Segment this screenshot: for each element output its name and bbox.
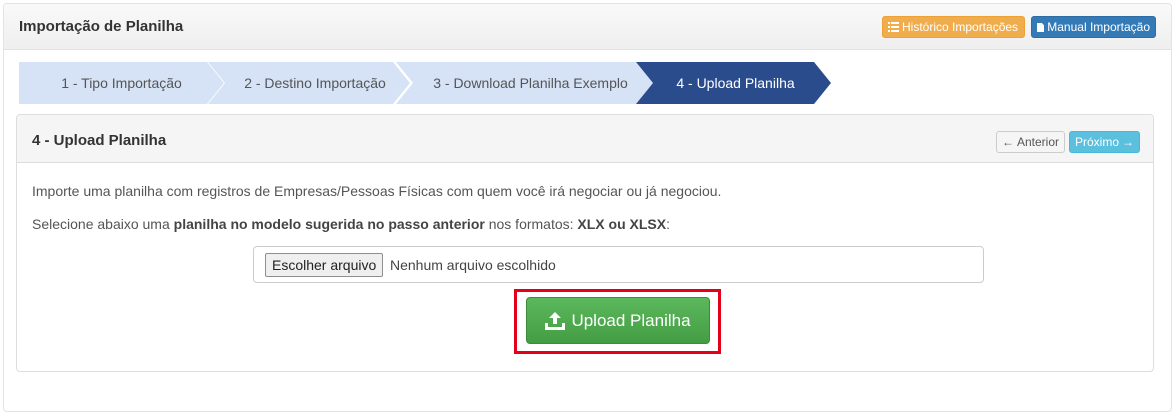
page-header: Importação de Planilha Histórico Importa… (4, 4, 1171, 50)
manual-import-button[interactable]: Manual Importação (1031, 16, 1156, 38)
upload-label: Upload Planilha (571, 310, 691, 330)
step-upload-planilha[interactable]: 4 - Upload Planilha (636, 62, 831, 104)
panel-header: 4 - Upload Planilha ← Anterior Próximo → (17, 115, 1153, 163)
step-label: 4 - Upload Planilha (676, 75, 795, 91)
select-text-part: : (666, 216, 670, 232)
formats-text: XLX ou XLSX (577, 216, 667, 232)
next-button[interactable]: Próximo → (1069, 131, 1140, 153)
step-tipo-importacao[interactable]: 1 - Tipo Importação (19, 62, 224, 104)
list-icon (888, 22, 899, 32)
upload-planilha-button[interactable]: Upload Planilha (526, 297, 710, 344)
manual-import-label: Manual Importação (1047, 19, 1150, 34)
wizard-steps: 1 - Tipo Importação 2 - Destino Importaç… (19, 62, 839, 104)
step-label: 1 - Tipo Importação (61, 75, 182, 91)
previous-button[interactable]: ← Anterior (996, 131, 1065, 153)
file-icon (1037, 22, 1045, 32)
step-label: 2 - Destino Importação (244, 75, 386, 91)
select-text-part: Selecione abaixo uma (32, 216, 174, 232)
next-label: Próximo (1074, 135, 1119, 149)
choose-file-button[interactable]: Escolher arquivo (265, 253, 384, 277)
select-text-part: nos formatos: (484, 216, 578, 232)
step-label: 3 - Download Planilha Exemplo (433, 75, 628, 91)
history-imports-label: Histórico Importações (902, 19, 1019, 34)
previous-label: Anterior (1016, 135, 1060, 149)
panel-title: 4 - Upload Planilha (32, 132, 167, 149)
step-download-planilha-exemplo[interactable]: 3 - Download Planilha Exemplo (396, 62, 653, 104)
upload-panel: 4 - Upload Planilha ← Anterior Próximo →… (16, 114, 1154, 372)
intro-text: Importe uma planilha com registros de Em… (32, 183, 722, 199)
select-text-bold: planilha no modelo sugerida no passo ant… (173, 216, 485, 232)
select-instructions: Selecione abaixo uma planilha no modelo … (32, 216, 670, 232)
step-destino-importacao[interactable]: 2 - Destino Importação (208, 62, 410, 104)
history-imports-button[interactable]: Histórico Importações (882, 16, 1025, 38)
upload-icon (545, 311, 566, 330)
arrow-right-icon: → (1122, 135, 1134, 149)
page-title: Importação de Planilha (19, 18, 184, 35)
arrow-left-icon: ← (1001, 135, 1014, 149)
file-status-text: Nenhum arquivo escolhido (390, 257, 556, 273)
file-input[interactable]: Escolher arquivo Nenhum arquivo escolhid… (253, 246, 984, 283)
